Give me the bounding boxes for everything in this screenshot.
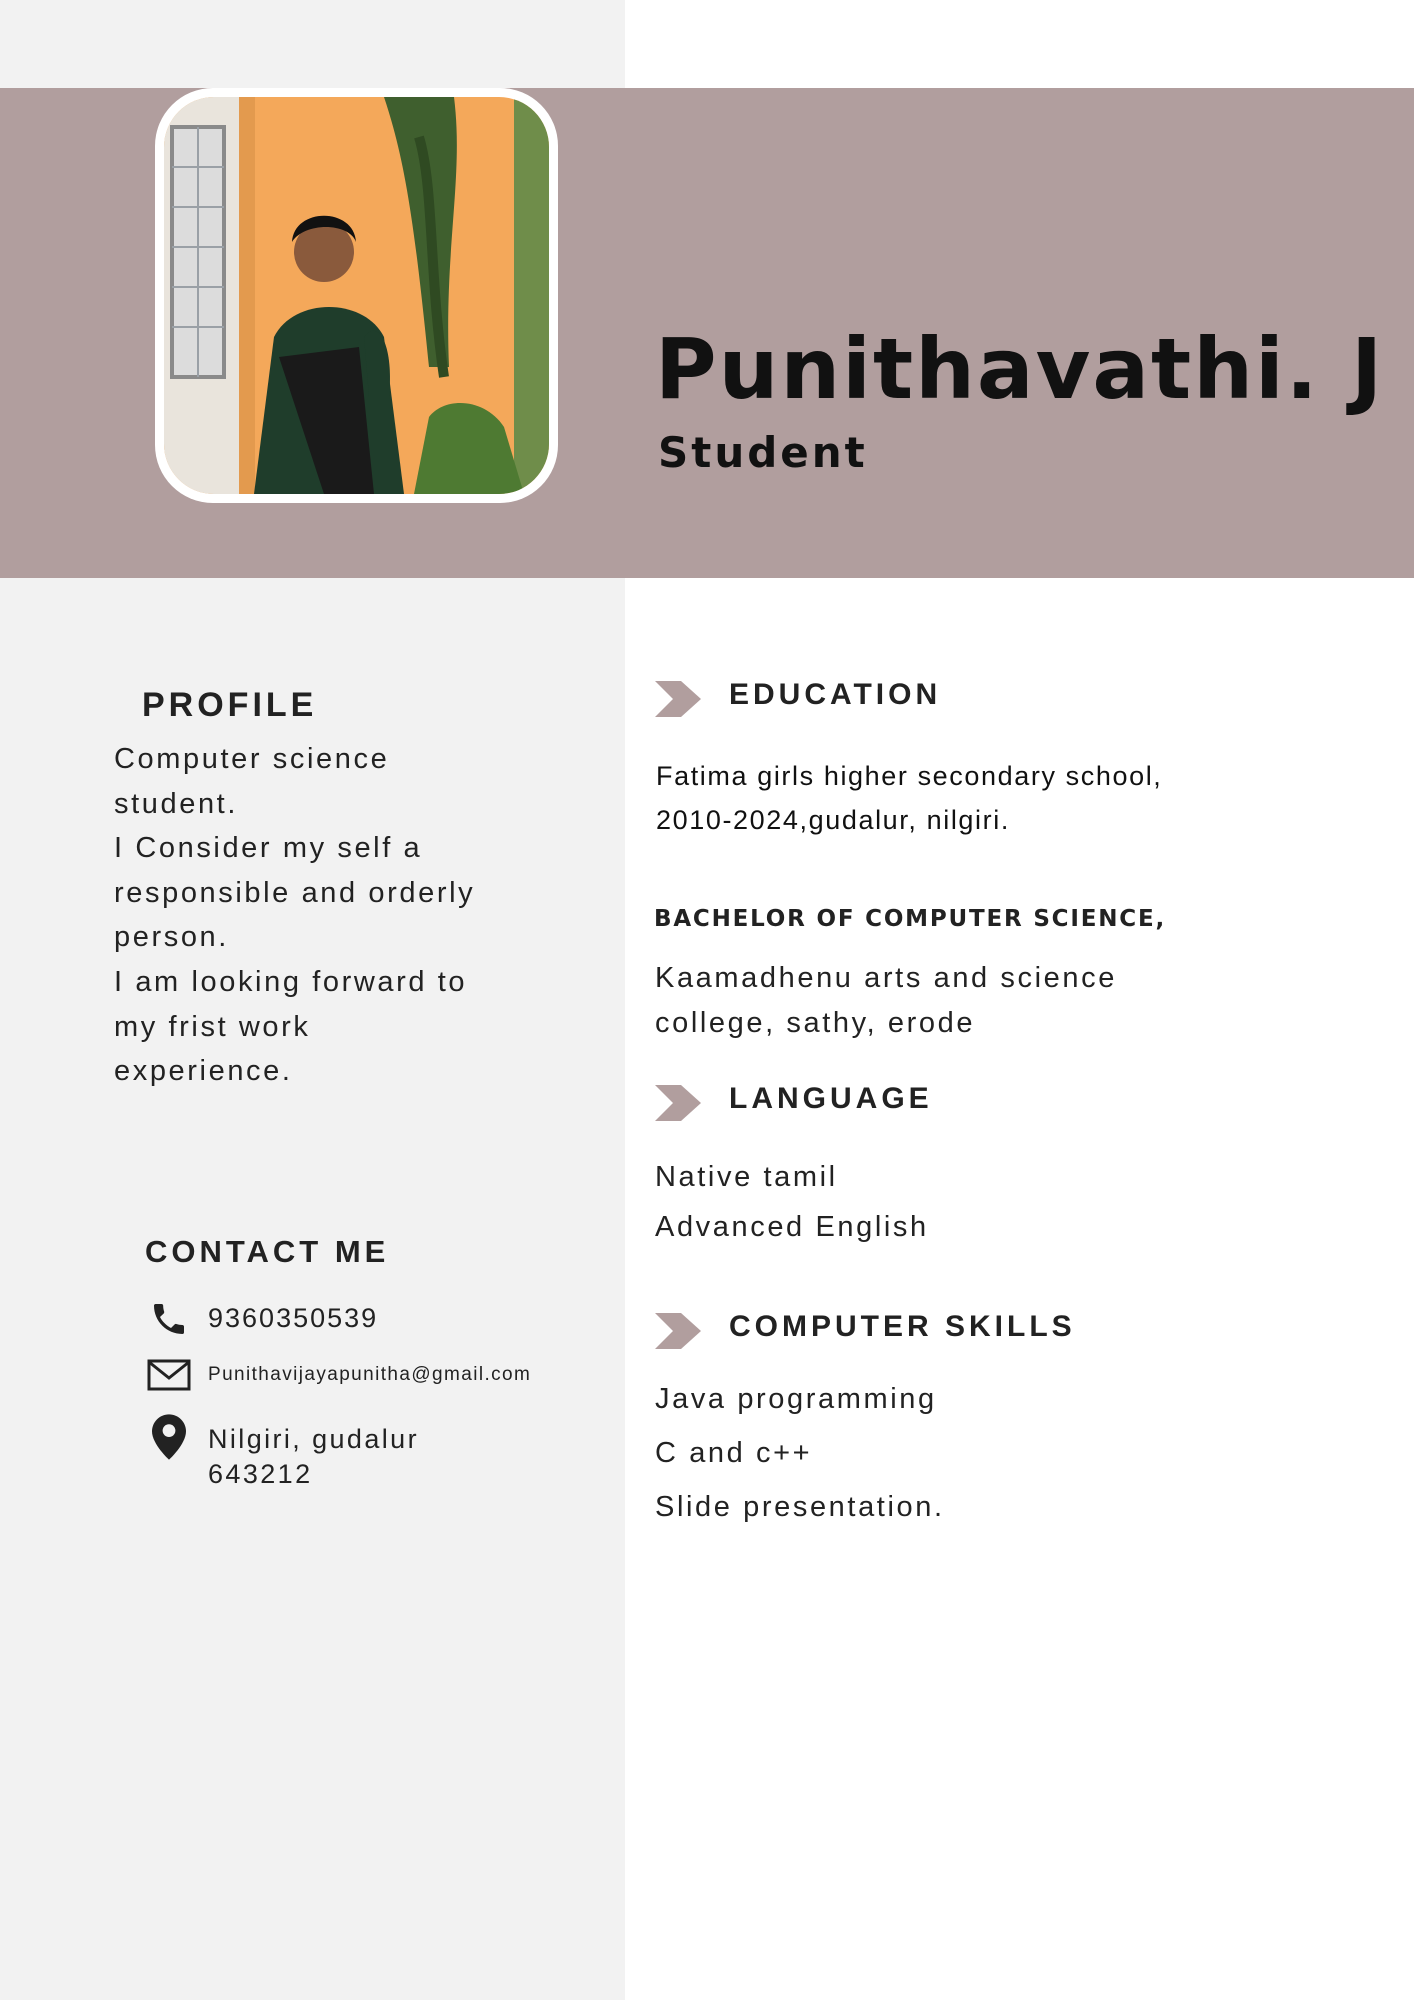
- language-list: Native tamil Advanced English: [655, 1152, 929, 1252]
- profile-line: I am looking forward to: [114, 965, 468, 998]
- profile-line: my frist work: [114, 1010, 311, 1043]
- skill-item: C and c++: [655, 1437, 813, 1469]
- profile-line: Computer science: [114, 743, 390, 775]
- candidate-role: Student: [658, 428, 868, 477]
- contact-email: Punithavijayapunitha@gmail.com: [146, 1352, 530, 1398]
- chevron-icon: [655, 681, 701, 717]
- school-line-1: Fatima girls higher secondary school,: [656, 761, 1163, 791]
- profile-line: I Consider my self a: [114, 832, 423, 865]
- college-info: Kaamadhenu arts and science college, sat…: [655, 956, 1117, 1046]
- chevron-icon: [655, 1313, 701, 1349]
- address-line-2: 643212: [208, 1459, 313, 1489]
- contact-address: Nilgiri, gudalur 643212: [146, 1414, 417, 1489]
- school-line-2: 2010-2024,gudalur, nilgiri.: [656, 805, 1010, 835]
- college-line-2: college, sathy, erode: [655, 1007, 976, 1039]
- phone-number: 9360350539: [208, 1303, 379, 1333]
- skill-item: Slide presentation.: [655, 1491, 945, 1523]
- profile-photo-frame: [155, 88, 558, 503]
- contact-heading: CONTACT ME: [145, 1234, 390, 1269]
- skill-item: Java programming: [655, 1383, 937, 1415]
- profile-line: experience.: [114, 1055, 293, 1088]
- contact-phone: 9360350539: [146, 1296, 376, 1342]
- language-item: Native tamil: [655, 1161, 838, 1193]
- language-heading: LANGUAGE: [729, 1082, 933, 1115]
- skills-list: Java programming C and c++ Slide present…: [655, 1372, 945, 1534]
- skills-heading: COMPUTER SKILLS: [729, 1310, 1076, 1343]
- school-info: Fatima girls higher secondary school, 20…: [656, 754, 1162, 842]
- phone-icon: [146, 1296, 192, 1342]
- profile-line: student.: [114, 787, 238, 820]
- mail-icon: [146, 1352, 192, 1398]
- chevron-icon: [655, 1085, 701, 1121]
- college-line-1: Kaamadhenu arts and science: [655, 962, 1117, 994]
- candidate-name: Punithavathi. J: [655, 320, 1385, 418]
- degree-title: BACHELOR OF COMPUTER SCIENCE,: [654, 906, 1167, 932]
- address-line-1: Nilgiri, gudalur: [208, 1424, 419, 1454]
- profile-text: Computer science student. I Consider my …: [114, 737, 534, 1094]
- education-heading: EDUCATION: [729, 678, 942, 711]
- profile-photo: [164, 97, 549, 494]
- profile-line: responsible and orderly: [114, 876, 476, 909]
- profile-line: person.: [114, 921, 229, 954]
- profile-heading: PROFILE: [142, 686, 318, 724]
- email-address: Punithavijayapunitha@gmail.com: [208, 1364, 532, 1385]
- address-text: Nilgiri, gudalur 643212: [208, 1422, 419, 1492]
- language-item: Advanced English: [655, 1211, 929, 1243]
- location-pin-icon: [146, 1414, 192, 1460]
